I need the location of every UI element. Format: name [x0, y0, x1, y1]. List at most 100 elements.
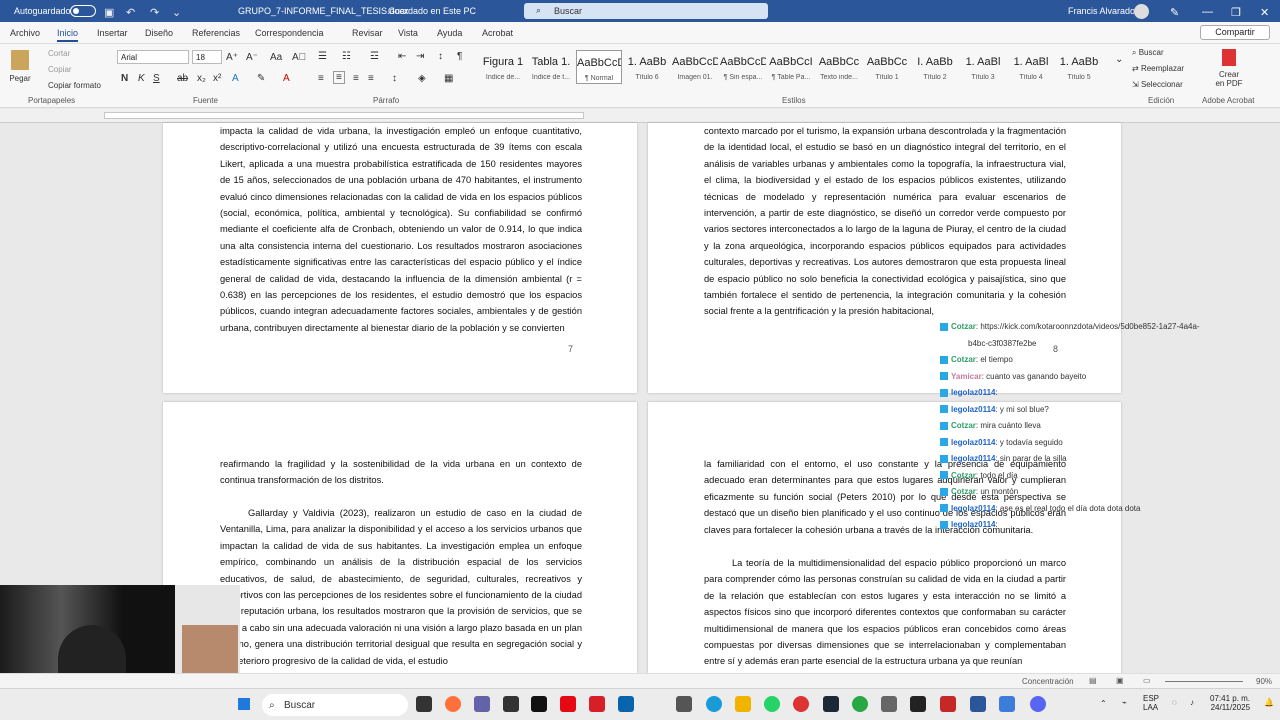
avatar[interactable] [1134, 4, 1149, 19]
find-button[interactable]: ⌕ Buscar [1132, 48, 1164, 58]
align-center-icon[interactable]: ≡ [333, 71, 345, 84]
strike-icon[interactable]: ab [177, 73, 188, 84]
app-icon[interactable] [852, 696, 868, 712]
style-4[interactable]: AaBbCcDc Imagen 01. [672, 50, 718, 84]
save-icon[interactable]: ▣ [104, 6, 114, 19]
tray-arrow-icon[interactable]: ⌃ [1100, 699, 1107, 708]
tab-archivo[interactable]: Archivo [10, 28, 40, 38]
style-11[interactable]: 1. AaBl Título 4 [1008, 50, 1054, 84]
discord-icon[interactable] [1030, 696, 1046, 712]
increase-indent-icon[interactable]: ⇥ [416, 51, 424, 62]
explorer-icon[interactable] [735, 696, 751, 712]
start-icon[interactable] [238, 698, 250, 710]
firefox-icon[interactable] [445, 696, 461, 712]
text-effects-icon[interactable]: A [232, 73, 239, 84]
teams-icon[interactable] [474, 696, 490, 712]
zoom-slider[interactable] [1165, 681, 1243, 682]
paste-button[interactable]: Pegar [8, 50, 32, 96]
align-right-icon[interactable]: ≡ [353, 73, 359, 84]
chrome-icon[interactable] [793, 696, 809, 712]
replace-button[interactable]: ⇄ Reemplazar [1132, 64, 1184, 73]
style-2[interactable]: AaBbCcDc ¶ Normal [576, 50, 622, 84]
maximize-icon[interactable]: ❐ [1231, 6, 1241, 19]
read-mode-icon[interactable]: ▤ [1089, 676, 1097, 685]
edge-icon[interactable] [706, 696, 722, 712]
tab-correspondencia[interactable]: Correspondencia [255, 28, 324, 38]
font-size-input[interactable]: 18 [192, 50, 222, 64]
close-icon[interactable]: ✕ [1260, 6, 1269, 19]
copy-button[interactable]: Copiar [48, 65, 72, 74]
subscript-icon[interactable]: x₂ [197, 73, 206, 84]
customize-icon[interactable]: ⌄ [172, 6, 181, 19]
font-name-input[interactable]: Arial [117, 50, 189, 64]
tab-insertar[interactable]: Insertar [97, 28, 128, 38]
ribbon-icon[interactable]: ✎ [1170, 6, 1179, 19]
copy-format-button[interactable]: Copiar formato [48, 81, 101, 90]
task-view-icon[interactable] [416, 696, 432, 712]
notifications-icon[interactable]: 🔔 [1264, 698, 1274, 707]
sort-icon[interactable]: ↕ [438, 51, 443, 62]
tab-vista[interactable]: Vista [398, 28, 418, 38]
show-marks-icon[interactable]: ¶ [457, 51, 462, 62]
tab-referencias[interactable]: Referencias [192, 28, 240, 38]
change-case-icon[interactable]: Aa [270, 52, 282, 63]
arrow-app-icon[interactable] [910, 696, 926, 712]
styles-more-icon[interactable]: ⌄ [1115, 54, 1123, 65]
share-button[interactable]: Compartir [1200, 25, 1270, 40]
settings-icon[interactable] [676, 696, 692, 712]
image-app-icon[interactable] [999, 696, 1015, 712]
style-0[interactable]: Figura 1 Indice de... [480, 50, 526, 84]
acrobat-icon[interactable] [589, 696, 605, 712]
whatsapp-icon[interactable] [764, 696, 780, 712]
clock[interactable]: 07:41 p. m. 24/11/2025 [1210, 694, 1250, 712]
style-6[interactable]: AaBbCcI ¶ Table Pa... [768, 50, 814, 84]
numbering-icon[interactable]: ☷ [342, 51, 351, 62]
select-button[interactable]: ⇲ Seleccionar [1132, 80, 1183, 89]
style-3[interactable]: 1. AaBb Título 6 [624, 50, 670, 84]
font-color-icon[interactable]: A [283, 73, 290, 84]
title-search[interactable]: ⌕ Buscar [524, 3, 768, 19]
print-layout-icon[interactable]: ▣ [1116, 676, 1124, 685]
shrink-font-icon[interactable]: A⁻ [246, 52, 258, 63]
autosave-toggle[interactable] [70, 5, 96, 17]
shading-icon[interactable]: ◈ [418, 73, 426, 84]
borders-icon[interactable]: ▦ [444, 73, 453, 84]
pdf-viewer-icon[interactable] [940, 696, 956, 712]
minimize-icon[interactable]: — [1202, 6, 1213, 18]
store-icon[interactable] [503, 696, 519, 712]
focus-mode-button[interactable]: Concentración [1022, 677, 1074, 686]
taskbar-search[interactable]: ⌕ Buscar [262, 694, 408, 716]
tab-inicio[interactable]: Inicio [57, 28, 79, 42]
redo-icon[interactable]: ↷ [150, 6, 159, 19]
highlight-icon[interactable]: ✎ [257, 73, 265, 84]
style-8[interactable]: AaBbCc Título 1 [864, 50, 910, 84]
wifi-icon[interactable]: ◌ [1172, 698, 1177, 707]
word-icon[interactable] [970, 696, 986, 712]
decrease-indent-icon[interactable]: ⇤ [398, 51, 406, 62]
multilevel-icon[interactable]: ☲ [370, 51, 379, 62]
line-spacing-icon[interactable]: ↕ [392, 73, 397, 84]
style-5[interactable]: AaBbCcDc ¶ Sin espa... [720, 50, 766, 84]
underline-icon[interactable]: S [153, 73, 160, 84]
tab-revisar[interactable]: Revisar [352, 28, 383, 38]
horizontal-ruler[interactable] [0, 109, 1280, 123]
align-left-icon[interactable]: ≡ [318, 73, 324, 84]
bold-icon[interactable]: N [121, 73, 128, 84]
network-icon[interactable]: ⌁ [1122, 698, 1127, 707]
game-icon[interactable] [881, 696, 897, 712]
cut-button[interactable]: Cortar [48, 49, 70, 58]
style-10[interactable]: 1. AaBl Título 3 [960, 50, 1006, 84]
tab-ayuda[interactable]: Ayuda [437, 28, 462, 38]
tab-acrobat[interactable]: Acrobat [482, 28, 513, 38]
style-9[interactable]: I. AaBb Título 2 [912, 50, 958, 84]
language-indicator[interactable]: ESP LAA [1143, 694, 1159, 712]
undo-icon[interactable]: ↶ [126, 6, 135, 19]
bullets-icon[interactable]: ☰ [318, 51, 327, 62]
italic-icon[interactable]: K [138, 73, 145, 84]
style-1[interactable]: Tabla 1. Índice de t... [528, 50, 574, 84]
superscript-icon[interactable]: x² [213, 73, 221, 84]
grow-font-icon[interactable]: A⁺ [226, 52, 238, 63]
style-12[interactable]: 1. AaBb Título 5 [1056, 50, 1102, 84]
clear-format-icon[interactable]: A⃠ [292, 52, 306, 63]
steam-icon[interactable] [823, 696, 839, 712]
